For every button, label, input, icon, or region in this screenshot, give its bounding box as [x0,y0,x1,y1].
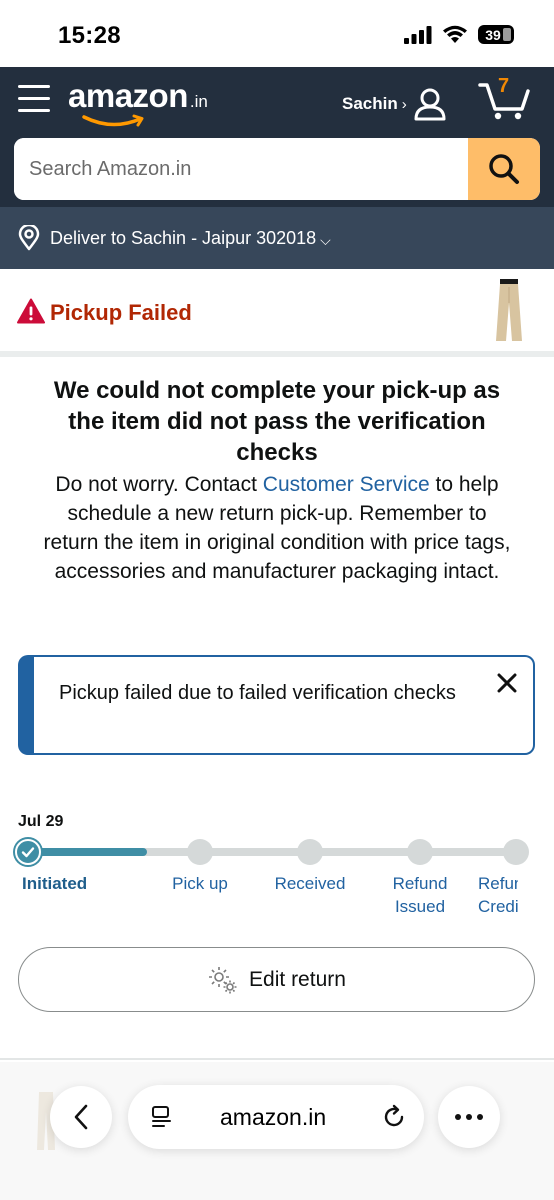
edit-return-label: Edit return [249,967,346,991]
gear-icon [209,966,237,993]
customer-service-link[interactable]: Customer Service [263,473,430,496]
check-icon [21,847,35,858]
status-icons: 39 [404,25,514,44]
address-bar[interactable]: amazon.in [128,1085,424,1149]
search-icon [489,154,519,184]
reload-icon[interactable] [381,1104,407,1130]
url-text: amazon.in [220,1104,327,1130]
warning-icon [17,298,45,324]
pickup-status-title: Pickup Failed [50,300,192,325]
account-caret: › [401,95,407,113]
logo-smile-icon [82,114,144,127]
signal-icon [404,25,432,44]
cart-count: 7 [498,75,510,97]
menu-icon[interactable] [18,85,50,115]
logo-suffix: .in [189,92,208,111]
logo-text: amazon [68,77,188,114]
battery-indicator: 39 [478,25,514,44]
search-button[interactable] [468,138,540,200]
more-button[interactable] [438,1086,500,1148]
app-header: amazon .in Sachin › 7 [0,67,554,207]
alert-text: Pickup failed due to failed verification… [59,682,456,704]
timeline-date: Jul 29 [18,813,64,830]
account-name: Sachin [342,94,398,113]
timeline-progress [28,848,147,856]
pickup-status-row: Pickup Failed [0,269,554,357]
status-bar: 15:28 39 [0,0,554,68]
pickup-failed-alert: Pickup failed due to failed verification… [18,655,535,755]
timeline-step-dot [187,839,213,865]
timeline-step-label: Initiated [22,874,88,893]
wifi-icon [443,25,467,43]
timeline-step-dot [407,839,433,865]
deliver-to-bar[interactable]: Deliver to Sachin - Jaipur 302018 ⌵ [0,207,554,269]
product-thumbnail[interactable] [494,279,524,343]
edit-return-button[interactable]: Edit return [18,947,535,1012]
verification-message-title: We could not complete your pick-up as th… [53,377,501,466]
back-button[interactable] [50,1086,112,1148]
search-bar [14,138,540,200]
timeline-step-dot [503,839,529,865]
more-icon [455,1114,483,1120]
close-icon[interactable] [495,671,519,695]
timeline-step-dot [297,839,323,865]
timeline-step-dot [15,839,41,865]
amazon-logo[interactable]: amazon .in [68,77,218,131]
timeline-step-label: Refund Issued [392,874,448,916]
content-divider [0,1058,554,1060]
account-menu[interactable]: Sachin › [342,87,447,121]
account-icon [414,88,446,121]
status-time: 15:28 [58,22,121,49]
timeline-step-label: Pick up [172,874,228,893]
chevron-down-icon: ⌵ [320,231,331,248]
search-input[interactable] [14,138,468,200]
cart-button[interactable]: 7 [478,75,530,121]
location-pin-icon [18,225,40,251]
deliver-to-text: Deliver to Sachin - Jaipur 302018 [50,227,317,248]
verification-message-body: Do not worry. Contact Customer Service t… [40,470,514,586]
timeline-step-label: Refund Credited [478,874,518,916]
tabs-icon[interactable] [150,1106,174,1128]
timeline-step-label: Received [274,874,346,893]
message-text-before-link: Do not worry. Contact [55,473,263,496]
back-icon [74,1104,88,1130]
